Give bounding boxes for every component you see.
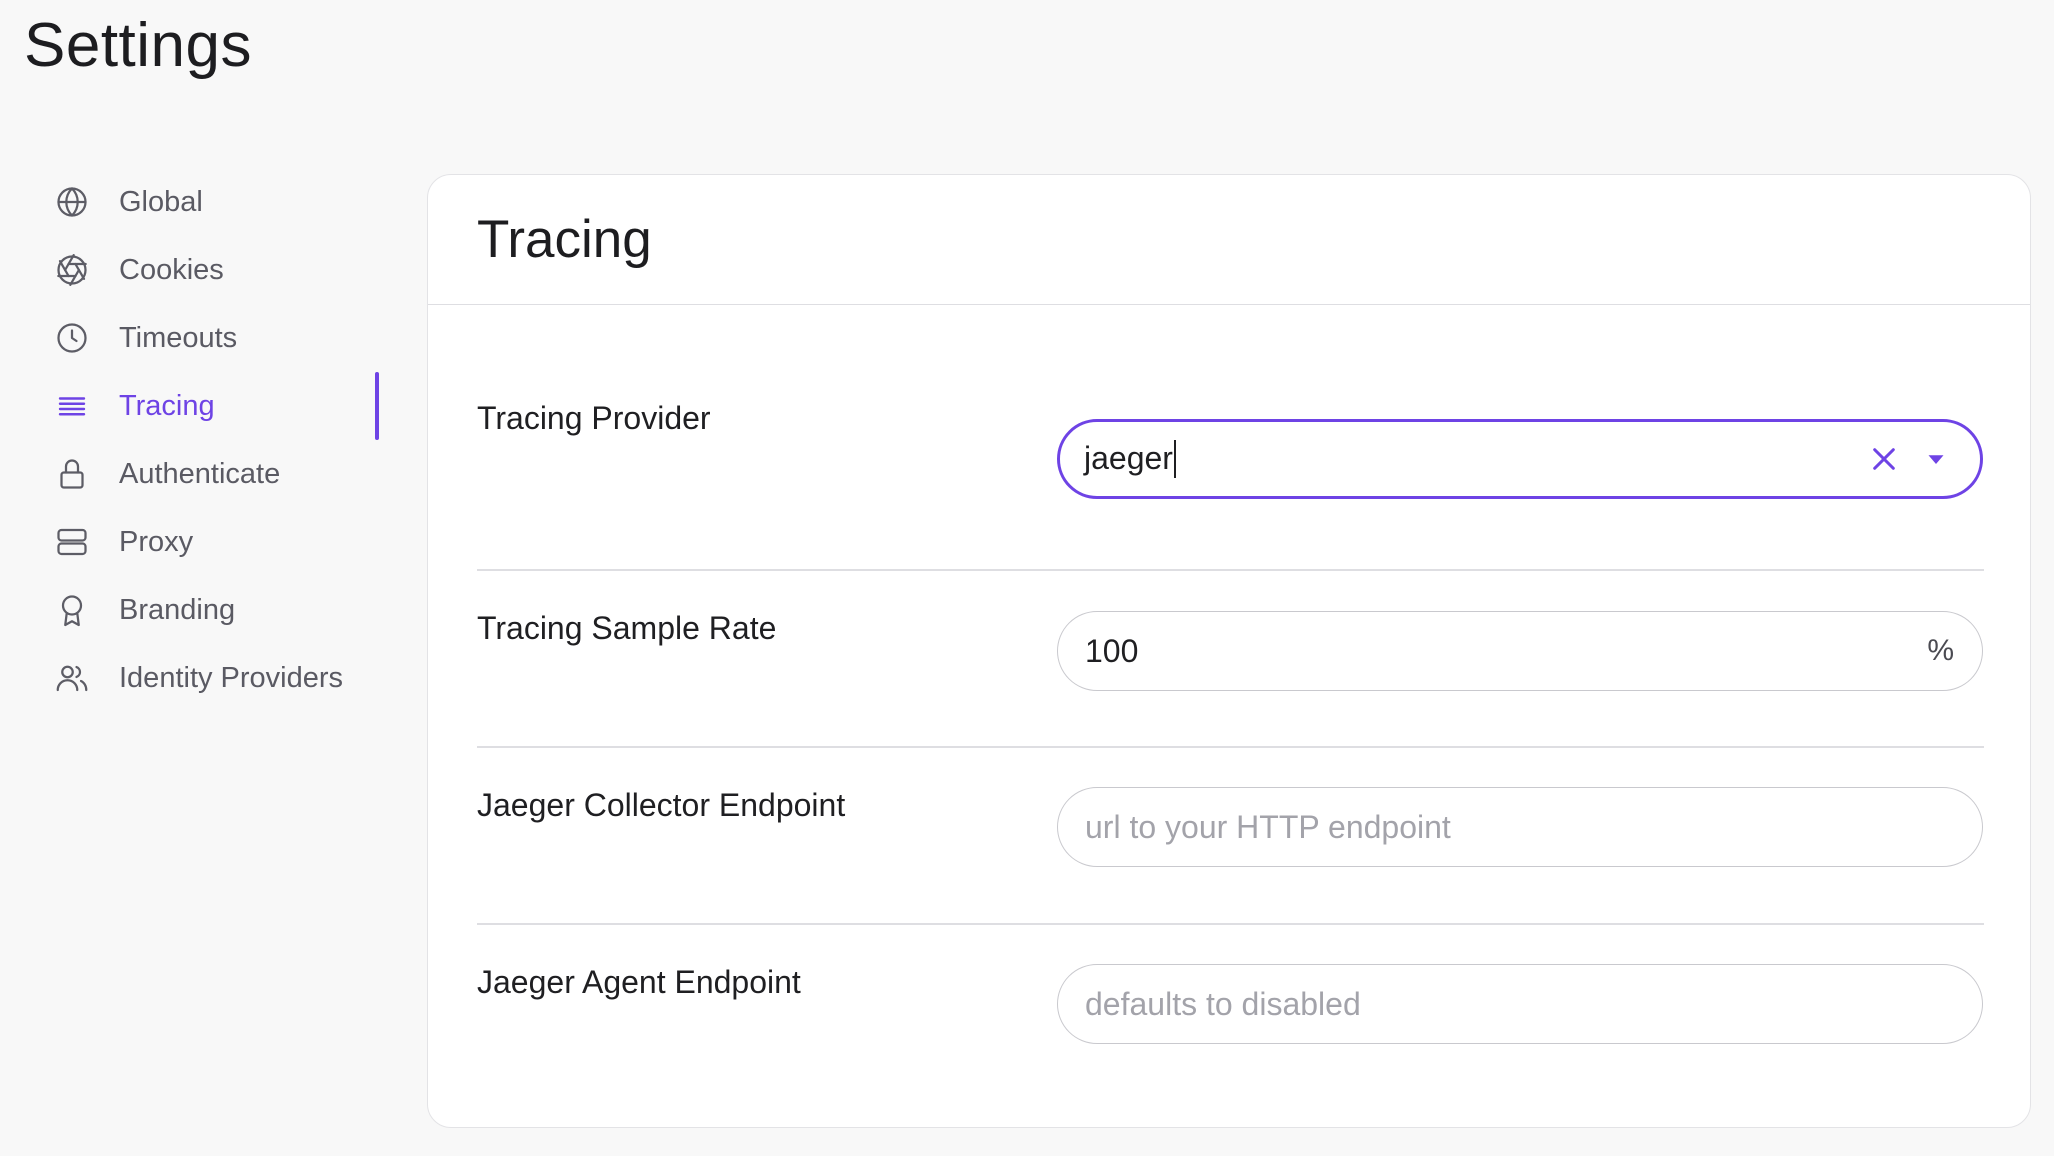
sidebar-item-label: Identity Providers: [119, 661, 344, 694]
sidebar-item-proxy[interactable]: Proxy: [0, 508, 380, 576]
list-lines-icon: [54, 388, 90, 424]
globe-icon: [54, 184, 90, 220]
divider: [477, 746, 1984, 748]
sidebar-item-authenticate[interactable]: Authenticate: [0, 440, 380, 508]
jaeger-collector-label: Jaeger Collector Endpoint: [477, 787, 846, 823]
clock-icon: [54, 320, 90, 356]
jaeger-agent-label: Jaeger Agent Endpoint: [477, 964, 801, 1000]
sidebar-item-label: Tracing: [119, 389, 215, 422]
sidebar-item-timeouts[interactable]: Timeouts: [0, 304, 380, 372]
users-icon: [54, 660, 90, 696]
tracing-provider-input[interactable]: jaeger: [1084, 439, 1864, 478]
card-header: Tracing: [428, 175, 2030, 305]
jaeger-collector-input[interactable]: [1085, 808, 1982, 846]
text-caret: [1173, 439, 1176, 478]
sidebar-item-label: Timeouts: [119, 321, 238, 354]
award-icon: [54, 592, 90, 628]
server-icon: [54, 524, 90, 560]
sidebar-item-label: Proxy: [119, 525, 194, 558]
divider: [477, 569, 1984, 571]
tracing-sample-rate-label: Tracing Sample Rate: [477, 610, 777, 646]
sidebar-item-label: Authenticate: [119, 457, 281, 490]
tracing-sample-rate-field[interactable]: %: [1057, 611, 1983, 691]
jaeger-collector-field[interactable]: [1057, 787, 1983, 867]
sidebar-item-label: Cookies: [119, 253, 224, 286]
divider: [477, 923, 1984, 925]
percent-suffix: %: [1927, 634, 1954, 667]
tracing-sample-rate-input[interactable]: [1085, 632, 1928, 670]
sidebar-item-cookies[interactable]: Cookies: [0, 236, 380, 304]
section-title: Tracing: [477, 210, 652, 269]
aperture-icon: [54, 252, 90, 288]
tracing-provider-select[interactable]: jaeger: [1057, 419, 1983, 499]
sidebar-item-label: Branding: [119, 593, 236, 626]
sidebar-item-global[interactable]: Global: [0, 168, 380, 236]
tracing-settings-card: Tracing Tracing Provider jaeger Tracing …: [427, 174, 2031, 1128]
settings-sidebar: Global Cookies Timeouts Tracing Authenti…: [0, 168, 380, 712]
sidebar-item-identity-providers[interactable]: Identity Providers: [0, 644, 380, 712]
sidebar-item-tracing[interactable]: Tracing: [0, 372, 380, 440]
tracing-provider-label: Tracing Provider: [477, 400, 711, 436]
clear-icon[interactable]: [1864, 439, 1904, 479]
jaeger-agent-field[interactable]: [1057, 964, 1983, 1044]
jaeger-agent-input[interactable]: [1085, 985, 1982, 1023]
sidebar-item-branding[interactable]: Branding: [0, 576, 380, 644]
page-title: Settings: [24, 11, 253, 80]
lock-icon: [54, 456, 90, 492]
sidebar-item-label: Global: [119, 185, 203, 218]
chevron-down-icon[interactable]: [1916, 439, 1956, 479]
